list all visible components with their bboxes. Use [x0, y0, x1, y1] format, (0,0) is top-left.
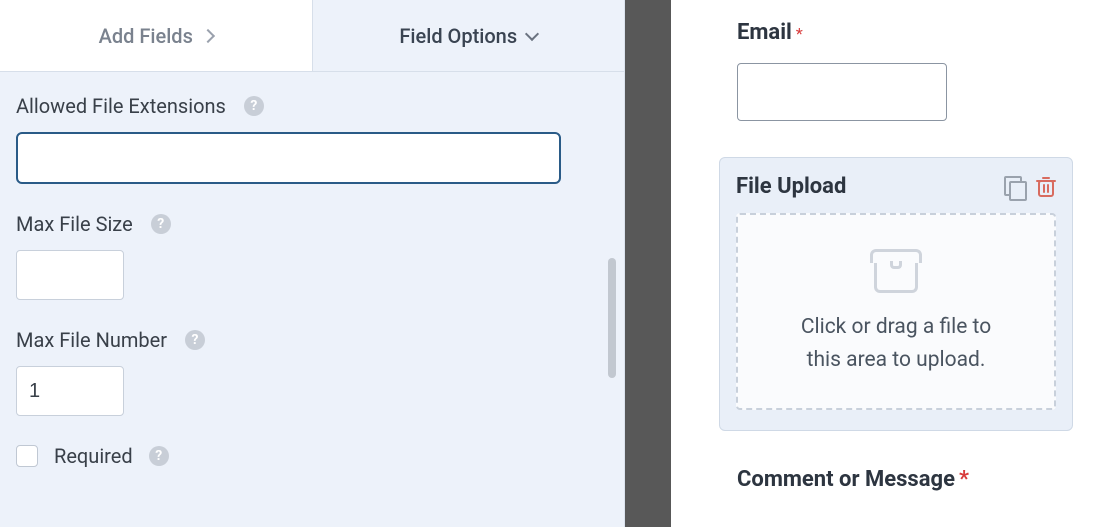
tab-field-options[interactable]: Field Options	[313, 0, 625, 71]
upload-actions	[1004, 176, 1056, 198]
dropzone-line1: Click or drag a file to	[801, 315, 991, 339]
email-field-block: Email*	[737, 20, 1080, 121]
chevron-down-icon	[525, 26, 539, 40]
comment-label: Comment or Message	[737, 467, 955, 492]
trash-icon[interactable]	[1036, 176, 1056, 198]
max-file-number-label: Max File Number	[16, 328, 167, 352]
form-preview: Email* File Upload	[671, 0, 1116, 527]
help-icon[interactable]: ?	[149, 446, 169, 466]
tab-label: Field Options	[399, 24, 517, 48]
required-asterisk: *	[959, 467, 969, 492]
email-label: Email	[737, 20, 792, 45]
field-label-line: Max File Number ?	[16, 328, 608, 352]
upload-header: File Upload	[736, 174, 1056, 199]
required-asterisk: *	[796, 24, 803, 43]
comment-field-block: Comment or Message*	[737, 467, 1080, 492]
max-file-size-row: Max File Size ?	[16, 212, 608, 300]
max-file-number-row: Max File Number ?	[16, 328, 608, 416]
allowed-extensions-input[interactable]	[16, 132, 561, 184]
allowed-extensions-row: Allowed File Extensions ?	[16, 94, 608, 184]
chevron-right-icon	[201, 28, 215, 42]
dropzone-line2: this area to upload.	[807, 348, 986, 372]
field-label-line: Max File Size ?	[16, 212, 608, 236]
max-file-size-input[interactable]	[16, 250, 124, 300]
file-upload-title: File Upload	[736, 174, 846, 199]
required-label: Required	[54, 444, 133, 468]
tab-add-fields[interactable]: Add Fields	[0, 0, 313, 71]
file-upload-field-card[interactable]: File Upload Click or drag a file to	[719, 157, 1073, 431]
field-label-line: Allowed File Extensions ?	[16, 94, 608, 118]
help-icon[interactable]: ?	[185, 330, 205, 350]
allowed-extensions-label: Allowed File Extensions	[16, 94, 226, 118]
required-row: Required ?	[16, 444, 608, 468]
options-body: Allowed File Extensions ? Max File Size …	[0, 72, 624, 468]
panel-divider	[625, 0, 671, 527]
file-dropzone[interactable]: Click or drag a file to this area to upl…	[736, 213, 1056, 410]
email-input[interactable]	[737, 63, 947, 121]
max-file-size-label: Max File Size	[16, 212, 133, 236]
help-icon[interactable]: ?	[244, 96, 264, 116]
required-checkbox[interactable]	[16, 445, 38, 467]
field-options-panel: Add Fields Field Options Allowed File Ex…	[0, 0, 625, 527]
help-icon[interactable]: ?	[151, 214, 171, 234]
inbox-icon	[870, 249, 922, 293]
scrollbar-thumb[interactable]	[608, 258, 616, 378]
dropzone-text: Click or drag a file to this area to upl…	[756, 311, 1036, 376]
tabs: Add Fields Field Options	[0, 0, 624, 72]
tab-label: Add Fields	[99, 24, 193, 48]
duplicate-icon[interactable]	[1004, 176, 1026, 198]
max-file-number-input[interactable]	[16, 366, 124, 416]
